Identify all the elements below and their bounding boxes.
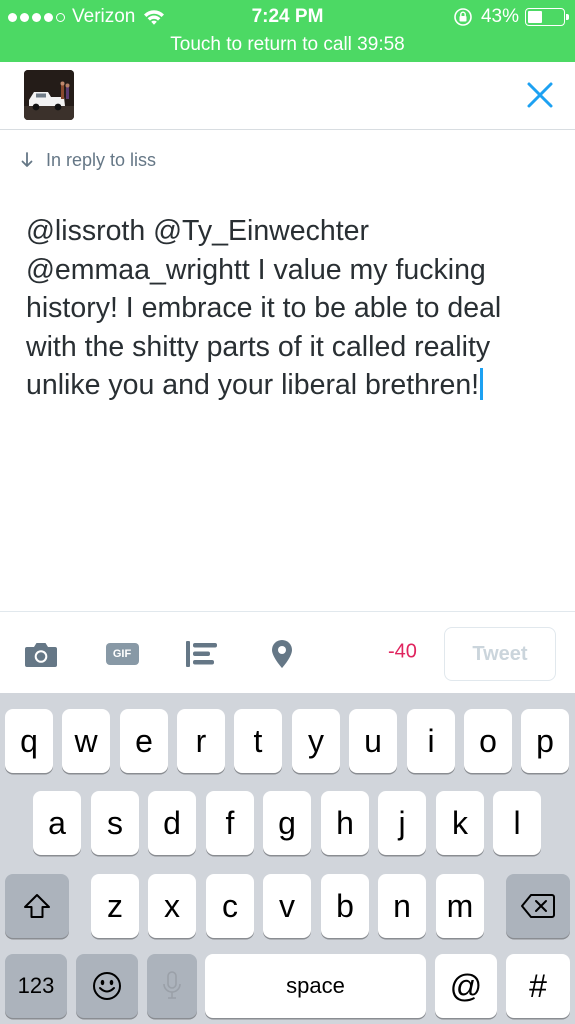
compose-header	[0, 62, 575, 130]
return-to-call-banner[interactable]: Touch to return to call 39:58	[0, 31, 575, 59]
battery-icon	[525, 8, 569, 26]
key-u[interactable]: u	[349, 709, 397, 773]
keyboard: q w e r t y u i o p a s d f g h j k l z …	[0, 693, 575, 1024]
key-e[interactable]: e	[120, 709, 168, 773]
battery-level-fill	[528, 11, 543, 23]
reply-to-label: In reply to liss	[46, 149, 157, 170]
key-q[interactable]: q	[5, 709, 53, 773]
avatar[interactable]	[24, 70, 74, 120]
dictation-key[interactable]	[147, 954, 197, 1018]
reply-context[interactable]: In reply to liss	[20, 148, 156, 172]
key-j[interactable]: j	[378, 791, 426, 855]
backspace-icon	[521, 894, 555, 918]
space-key[interactable]: space	[205, 954, 426, 1018]
key-h[interactable]: h	[321, 791, 369, 855]
microphone-icon	[163, 971, 181, 999]
key-g[interactable]: g	[263, 791, 311, 855]
key-n[interactable]: n	[378, 874, 426, 938]
tweet-compose-field[interactable]: @lissroth @Ty_Einwechter @emmaa_wrightt …	[26, 212, 558, 405]
character-count: -40	[388, 640, 417, 663]
tweet-text: @lissroth @Ty_Einwechter @emmaa_wrightt …	[26, 215, 502, 401]
key-o[interactable]: o	[464, 709, 512, 773]
at-key[interactable]: @	[435, 954, 497, 1018]
gif-label: GIF	[105, 643, 139, 665]
key-l[interactable]: l	[493, 791, 541, 855]
location-pin-icon[interactable]	[270, 640, 294, 668]
key-d[interactable]: d	[148, 791, 196, 855]
key-w[interactable]: w	[62, 709, 110, 773]
battery-percent: 43%	[480, 6, 519, 27]
key-y[interactable]: y	[292, 709, 340, 773]
key-a[interactable]: a	[33, 791, 81, 855]
compose-toolbar: GIF -40 Tweet	[0, 611, 575, 693]
status-bar: Verizon 7:24 PM 43% Touch to return to c…	[0, 0, 575, 62]
shift-icon	[24, 894, 50, 918]
key-k[interactable]: k	[436, 791, 484, 855]
close-icon[interactable]	[525, 80, 555, 110]
emoji-icon	[93, 972, 121, 1000]
rotation-lock-icon	[454, 8, 472, 26]
key-c[interactable]: c	[206, 874, 254, 938]
poll-icon[interactable]	[186, 640, 218, 668]
tweet-button[interactable]: Tweet	[444, 627, 556, 681]
key-t[interactable]: t	[234, 709, 282, 773]
emoji-key[interactable]	[76, 954, 138, 1018]
key-z[interactable]: z	[91, 874, 139, 938]
hash-key[interactable]: #	[506, 954, 570, 1018]
arrow-down-icon	[21, 152, 33, 167]
key-b[interactable]: b	[321, 874, 369, 938]
key-f[interactable]: f	[206, 791, 254, 855]
key-v[interactable]: v	[263, 874, 311, 938]
key-r[interactable]: r	[177, 709, 225, 773]
numbers-key[interactable]: 123	[5, 954, 67, 1018]
shift-key[interactable]	[5, 874, 69, 938]
key-i[interactable]: i	[407, 709, 455, 773]
key-s[interactable]: s	[91, 791, 139, 855]
key-x[interactable]: x	[148, 874, 196, 938]
backspace-key[interactable]	[506, 874, 570, 938]
gif-icon[interactable]: GIF	[105, 640, 139, 668]
text-cursor	[480, 368, 483, 400]
key-p[interactable]: p	[521, 709, 569, 773]
camera-icon[interactable]	[24, 640, 58, 668]
key-m[interactable]: m	[436, 874, 484, 938]
